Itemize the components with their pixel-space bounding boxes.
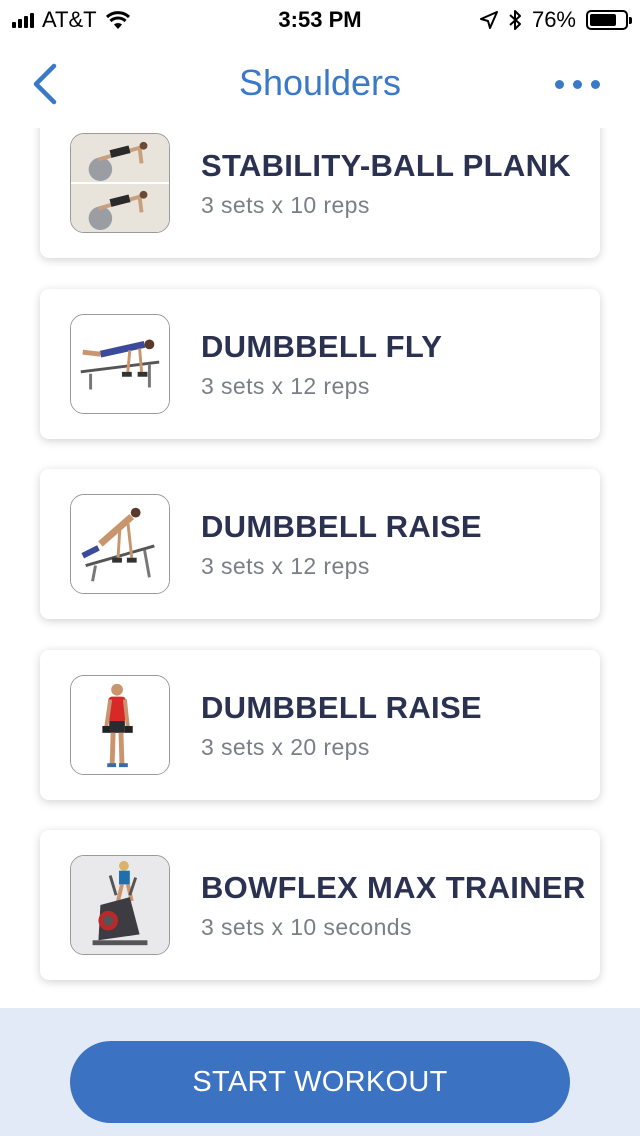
page-title: Shoulders xyxy=(238,62,402,103)
dumbbell-raise-standing-image xyxy=(71,676,169,774)
dumbbell-fly-image xyxy=(71,315,169,413)
exercise-thumbnail xyxy=(70,675,170,775)
exercise-thumbnail xyxy=(70,133,170,233)
more-horizontal-icon[interactable] xyxy=(555,80,600,89)
dumbbell-raise-bench-image xyxy=(71,495,169,593)
stability-ball-plank-image xyxy=(71,134,169,232)
exercise-card[interactable]: DUMBBELL RAISE 3 sets x 20 reps xyxy=(40,650,600,800)
exercise-card[interactable]: DUMBBELL FLY 3 sets x 12 reps xyxy=(40,289,600,439)
exercise-thumbnail xyxy=(70,314,170,414)
exercise-name: DUMBBELL RAISE xyxy=(201,509,482,544)
exercise-sets: 3 sets x 20 reps xyxy=(201,734,370,760)
bluetooth-icon xyxy=(509,10,521,30)
navigation-bar: Shoulders xyxy=(0,40,640,128)
exercise-sets: 3 sets x 10 reps xyxy=(201,192,370,218)
app-screen: AT&T 3:53 PM 76% Shoulders STABILITY-BAL… xyxy=(0,0,640,1136)
exercise-name: DUMBBELL FLY xyxy=(201,329,443,364)
exercise-thumbnail xyxy=(70,494,170,594)
exercise-name: DUMBBELL RAISE xyxy=(201,690,482,725)
status-bar: AT&T 3:53 PM 76% xyxy=(0,0,640,40)
exercise-list[interactable]: STABILITY-BALL PLANK 3 sets x 10 reps DU… xyxy=(0,128,640,1008)
exercise-card[interactable]: BOWFLEX MAX TRAINER 3 sets x 10 seconds xyxy=(40,830,600,980)
exercise-sets: 3 sets x 12 reps xyxy=(201,553,370,579)
location-icon xyxy=(479,11,498,29)
footer-bar: START WORKOUT xyxy=(0,1008,640,1136)
exercise-name: STABILITY-BALL PLANK xyxy=(201,148,571,183)
exercise-card[interactable]: STABILITY-BALL PLANK 3 sets x 10 reps xyxy=(40,128,600,258)
exercise-sets: 3 sets x 12 reps xyxy=(201,373,370,399)
exercise-card[interactable]: DUMBBELL RAISE 3 sets x 12 reps xyxy=(40,469,600,619)
exercise-name: BOWFLEX MAX TRAINER xyxy=(201,870,586,905)
battery-icon xyxy=(586,10,632,30)
exercise-sets: 3 sets x 10 seconds xyxy=(201,914,412,940)
exercise-thumbnail xyxy=(70,855,170,955)
battery-percent: 76% xyxy=(531,7,576,32)
bowflex-max-trainer-image xyxy=(71,856,169,954)
status-right: 76% xyxy=(479,7,632,33)
battery-level xyxy=(590,14,616,26)
start-workout-button[interactable]: START WORKOUT xyxy=(70,1041,570,1123)
